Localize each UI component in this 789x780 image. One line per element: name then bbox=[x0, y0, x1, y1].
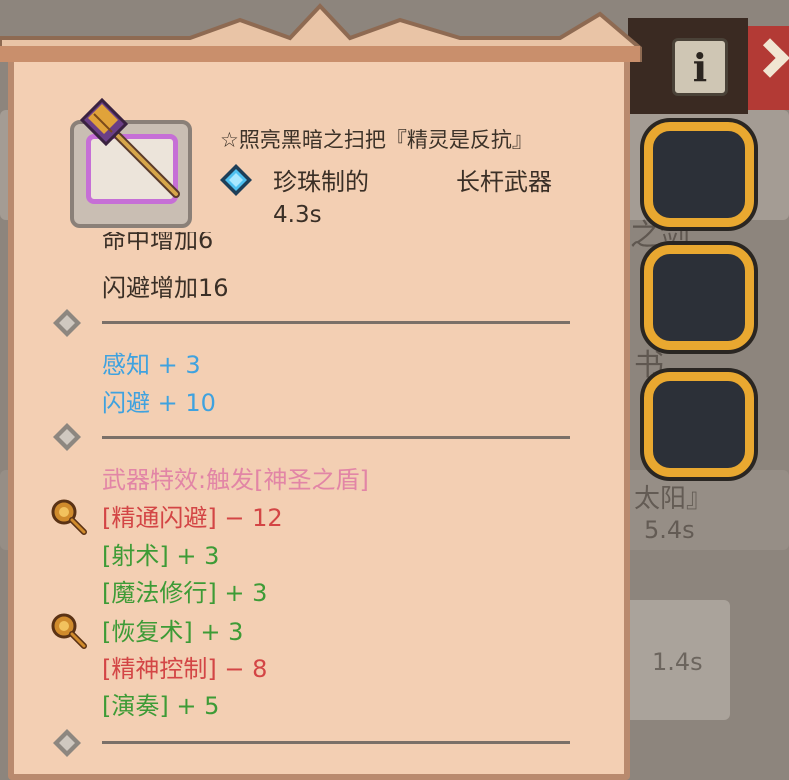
broom-icon bbox=[79, 97, 180, 198]
info-button[interactable]: i bbox=[672, 38, 728, 96]
skill-line: [演奏] + 5 bbox=[102, 692, 220, 720]
skill-line: [魔法修行] + 3 bbox=[102, 579, 268, 607]
attr-line: 感知 + 3 bbox=[102, 351, 201, 379]
background-text: 1.4s bbox=[652, 648, 703, 676]
separator-diamond-icon bbox=[53, 309, 81, 337]
equipment-slot[interactable] bbox=[644, 122, 754, 227]
background-text: 太阳』 bbox=[634, 484, 713, 514]
stat-evasion: 闪避增加16 bbox=[102, 274, 229, 302]
next-button[interactable] bbox=[748, 26, 789, 110]
scroll-icon bbox=[51, 499, 87, 535]
separator-line bbox=[102, 321, 570, 324]
chevron-right-icon bbox=[750, 38, 789, 78]
separator-diamond-icon bbox=[53, 423, 81, 451]
equipment-slot[interactable] bbox=[644, 245, 754, 350]
tooltip-roof bbox=[0, 3, 642, 62]
pearl-gem-icon bbox=[220, 164, 252, 196]
attr-line: 闪避 + 10 bbox=[102, 389, 216, 417]
item-speed: 4.3s bbox=[273, 202, 322, 228]
separator-line bbox=[102, 436, 570, 439]
item-weapon-type: 长杆武器 bbox=[456, 168, 552, 196]
item-material: 珍珠制的 bbox=[273, 168, 369, 196]
skill-line: [恢复术] + 3 bbox=[102, 618, 244, 646]
separator-line bbox=[102, 741, 570, 744]
separator-diamond-icon bbox=[53, 729, 81, 757]
skill-line: [精神控制] − 8 bbox=[102, 655, 268, 683]
equipment-slot[interactable] bbox=[644, 372, 754, 477]
scroll-icon bbox=[51, 613, 87, 649]
item-name: ☆照亮黑暗之扫把『精灵是反抗』 bbox=[220, 128, 533, 152]
info-icon: i bbox=[692, 44, 708, 90]
cut-off-stat: 命中增加6 bbox=[102, 232, 214, 250]
skill-line: [精通闪避] − 12 bbox=[102, 504, 283, 532]
skill-line: [射术] + 3 bbox=[102, 542, 220, 570]
background-text: 5.4s bbox=[644, 516, 695, 544]
weapon-effect: 武器特效:触发[神圣之盾] bbox=[102, 466, 369, 494]
